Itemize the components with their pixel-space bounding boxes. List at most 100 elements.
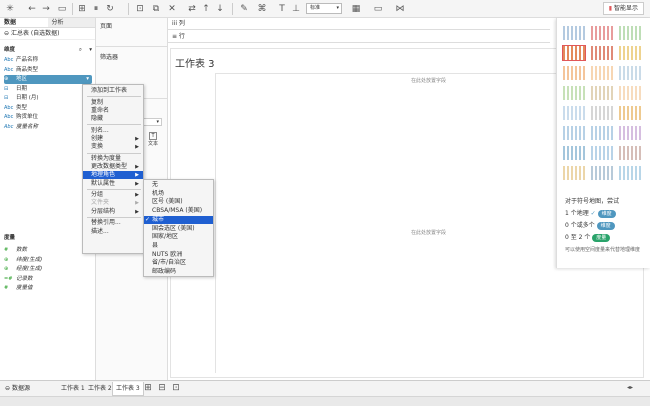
discrete-line-icon[interactable] (591, 106, 613, 120)
context-menu-item[interactable]: 分层结构 ▶ (83, 208, 143, 216)
scatter-plot-icon[interactable] (563, 146, 585, 160)
datasource-item[interactable]: ⊖ 汇总表 (自选数据) (0, 28, 95, 40)
new-worksheet-icon[interactable]: ⊞ (142, 382, 154, 394)
context-menu-item[interactable]: 默认属性 ▶ (83, 180, 143, 188)
box-plot-icon[interactable] (619, 146, 641, 160)
horizontal-bar-icon[interactable] (563, 66, 585, 80)
side-by-side-bar-icon[interactable] (619, 66, 641, 80)
search-icon[interactable]: ⌕ (79, 46, 82, 55)
context-menu-item[interactable]: 创建 ▶ (83, 135, 143, 143)
geographic-role-item[interactable]: 区号 (美国) (144, 198, 213, 206)
gantt-icon[interactable] (563, 166, 585, 180)
sheet-tab[interactable]: 工作表 1 (58, 382, 88, 396)
measure-field[interactable]: ⊕ 经度(生成) (4, 265, 92, 274)
dimension-field[interactable]: ⊟ 日期 (月) (4, 94, 92, 103)
side-by-side-circle-icon[interactable] (619, 86, 641, 100)
tableau-logo-icon[interactable]: ✳ (4, 3, 16, 15)
new-datasource-icon[interactable]: ⊞ (76, 3, 88, 15)
refresh-icon[interactable]: ↻ (104, 3, 116, 15)
dimension-field[interactable]: ⊕ 地区 ▾ (4, 75, 92, 84)
presentation-icon[interactable]: ▭ (372, 3, 384, 15)
heat-map-icon[interactable] (591, 26, 613, 40)
forward-icon[interactable]: → (40, 3, 52, 15)
dimension-field[interactable]: Abc 类型 (4, 104, 92, 113)
geographic-role-item[interactable]: 无 (144, 181, 213, 189)
context-menu-item[interactable]: 分组 ▶ (83, 191, 143, 199)
new-story-icon[interactable]: ⊡ (170, 382, 182, 394)
fix-axes-icon[interactable]: ⊥ (290, 3, 302, 15)
dimension-field[interactable]: Abc 商品类型 (4, 66, 92, 75)
context-menu-item[interactable]: 变换 ▶ (83, 143, 143, 151)
area-continuous-icon[interactable] (563, 126, 585, 140)
context-menu-item[interactable]: 描述... (83, 228, 143, 236)
chevron-down-icon[interactable]: ▾ (89, 46, 92, 55)
context-menu-item[interactable]: 别名... (83, 127, 143, 135)
context-menu-item[interactable]: 更改数据类型 ▶ (83, 163, 143, 171)
context-menu-item[interactable]: 地理角色 ▶ (83, 171, 143, 180)
context-menu-item[interactable]: 替换引用... (83, 219, 143, 227)
new-dashboard-icon[interactable]: ⊟ (156, 382, 168, 394)
sheet-tab[interactable]: 工作表 2 (85, 382, 115, 396)
measure-field[interactable]: # 度量值 (4, 284, 92, 293)
measure-field[interactable]: # 数数 (4, 246, 92, 255)
rows-shelf[interactable]: ≡ 行 (168, 31, 550, 43)
filled-map-icon[interactable] (591, 46, 613, 60)
area-discrete-icon[interactable] (591, 126, 613, 140)
geographic-role-item[interactable]: 国家/地区 (144, 233, 213, 241)
treemap-icon[interactable] (563, 86, 585, 100)
view-drop-zone[interactable]: 在此处放置字段 (411, 229, 446, 236)
columns-drop-zone[interactable]: 在此处放置字段 (411, 77, 446, 84)
context-menu-item[interactable]: 隐藏 (83, 115, 143, 123)
label-icon[interactable]: T (276, 3, 288, 15)
geographic-role-item[interactable]: CBSA/MSA (美国) (144, 207, 213, 215)
fit-select[interactable]: 标准 ▾ (306, 3, 342, 14)
dimension-field[interactable]: Abc 度量名称 (4, 123, 92, 132)
highlight-table-icon[interactable] (619, 26, 641, 40)
dimension-field[interactable]: ⊟ 日期 (4, 85, 92, 94)
datasource-tab[interactable]: ⊖ 数据源 (2, 382, 33, 396)
columns-shelf[interactable]: iii 列 (168, 18, 550, 30)
symbol-map-icon[interactable] (562, 45, 586, 61)
tab-analysis[interactable]: 分析 (47, 18, 95, 27)
geographic-role-item[interactable]: 机场 (144, 190, 213, 198)
dual-line-icon[interactable] (619, 106, 641, 120)
dual-combination-icon[interactable] (619, 126, 641, 140)
context-menu-item[interactable]: 复制 (83, 99, 143, 107)
measure-field[interactable]: ⊕ 纬度(生成) (4, 256, 92, 265)
geographic-role-item[interactable]: 国会选区 (美国) (144, 225, 213, 233)
continuous-line-icon[interactable] (563, 106, 585, 120)
circle-view-icon[interactable] (591, 86, 613, 100)
save-icon[interactable]: ▭ (56, 3, 68, 15)
packed-bubbles-icon[interactable] (619, 166, 641, 180)
pause-icon[interactable]: ⏸ (90, 3, 102, 15)
context-menu-item[interactable]: 转换为度量 (83, 155, 143, 163)
swap-icon[interactable]: ⇄ (186, 3, 198, 15)
sort-asc-icon[interactable]: ↑ (200, 3, 212, 15)
scroll-tabs-icon[interactable]: ◂▸ (624, 382, 636, 394)
geographic-role-item[interactable]: 邮政编码 (144, 268, 213, 276)
sheet-tab[interactable]: 工作表 3 (112, 382, 144, 396)
bullet-graph-icon[interactable] (591, 166, 613, 180)
stacked-bar-icon[interactable] (591, 66, 613, 80)
clear-icon[interactable]: ✕ (166, 3, 178, 15)
text-table-icon[interactable] (563, 26, 585, 40)
sort-desc-icon[interactable]: ↓ (214, 3, 226, 15)
back-icon[interactable]: ← (26, 3, 38, 15)
highlight-icon[interactable]: ✎ (238, 3, 250, 15)
context-menu-item[interactable]: 添加到工作表 (83, 87, 143, 95)
pie-chart-icon[interactable] (619, 46, 641, 60)
geographic-role-item[interactable]: NUTS 欧洲 (144, 251, 213, 259)
measure-field[interactable]: =# 记录数 (4, 275, 92, 284)
dimension-field[interactable]: Abc 购货单位 (4, 113, 92, 122)
context-menu-item[interactable]: 重命名 (83, 107, 143, 115)
chevron-down-icon[interactable]: ▾ (86, 75, 89, 84)
geographic-role-item[interactable]: 县 (144, 242, 213, 250)
dimension-field[interactable]: Abc 产品名称 (4, 56, 92, 65)
group-icon[interactable]: ⌘ (256, 3, 268, 15)
show-labels-icon[interactable]: ▦ (350, 3, 362, 15)
histogram-icon[interactable] (591, 146, 613, 160)
share-icon[interactable]: ⋈ (394, 3, 406, 15)
duplicate-icon[interactable]: ⧉ (150, 3, 162, 15)
geographic-role-item[interactable]: ✓ 城市 (144, 215, 213, 224)
new-sheet-icon[interactable]: ⊡ (134, 3, 146, 15)
